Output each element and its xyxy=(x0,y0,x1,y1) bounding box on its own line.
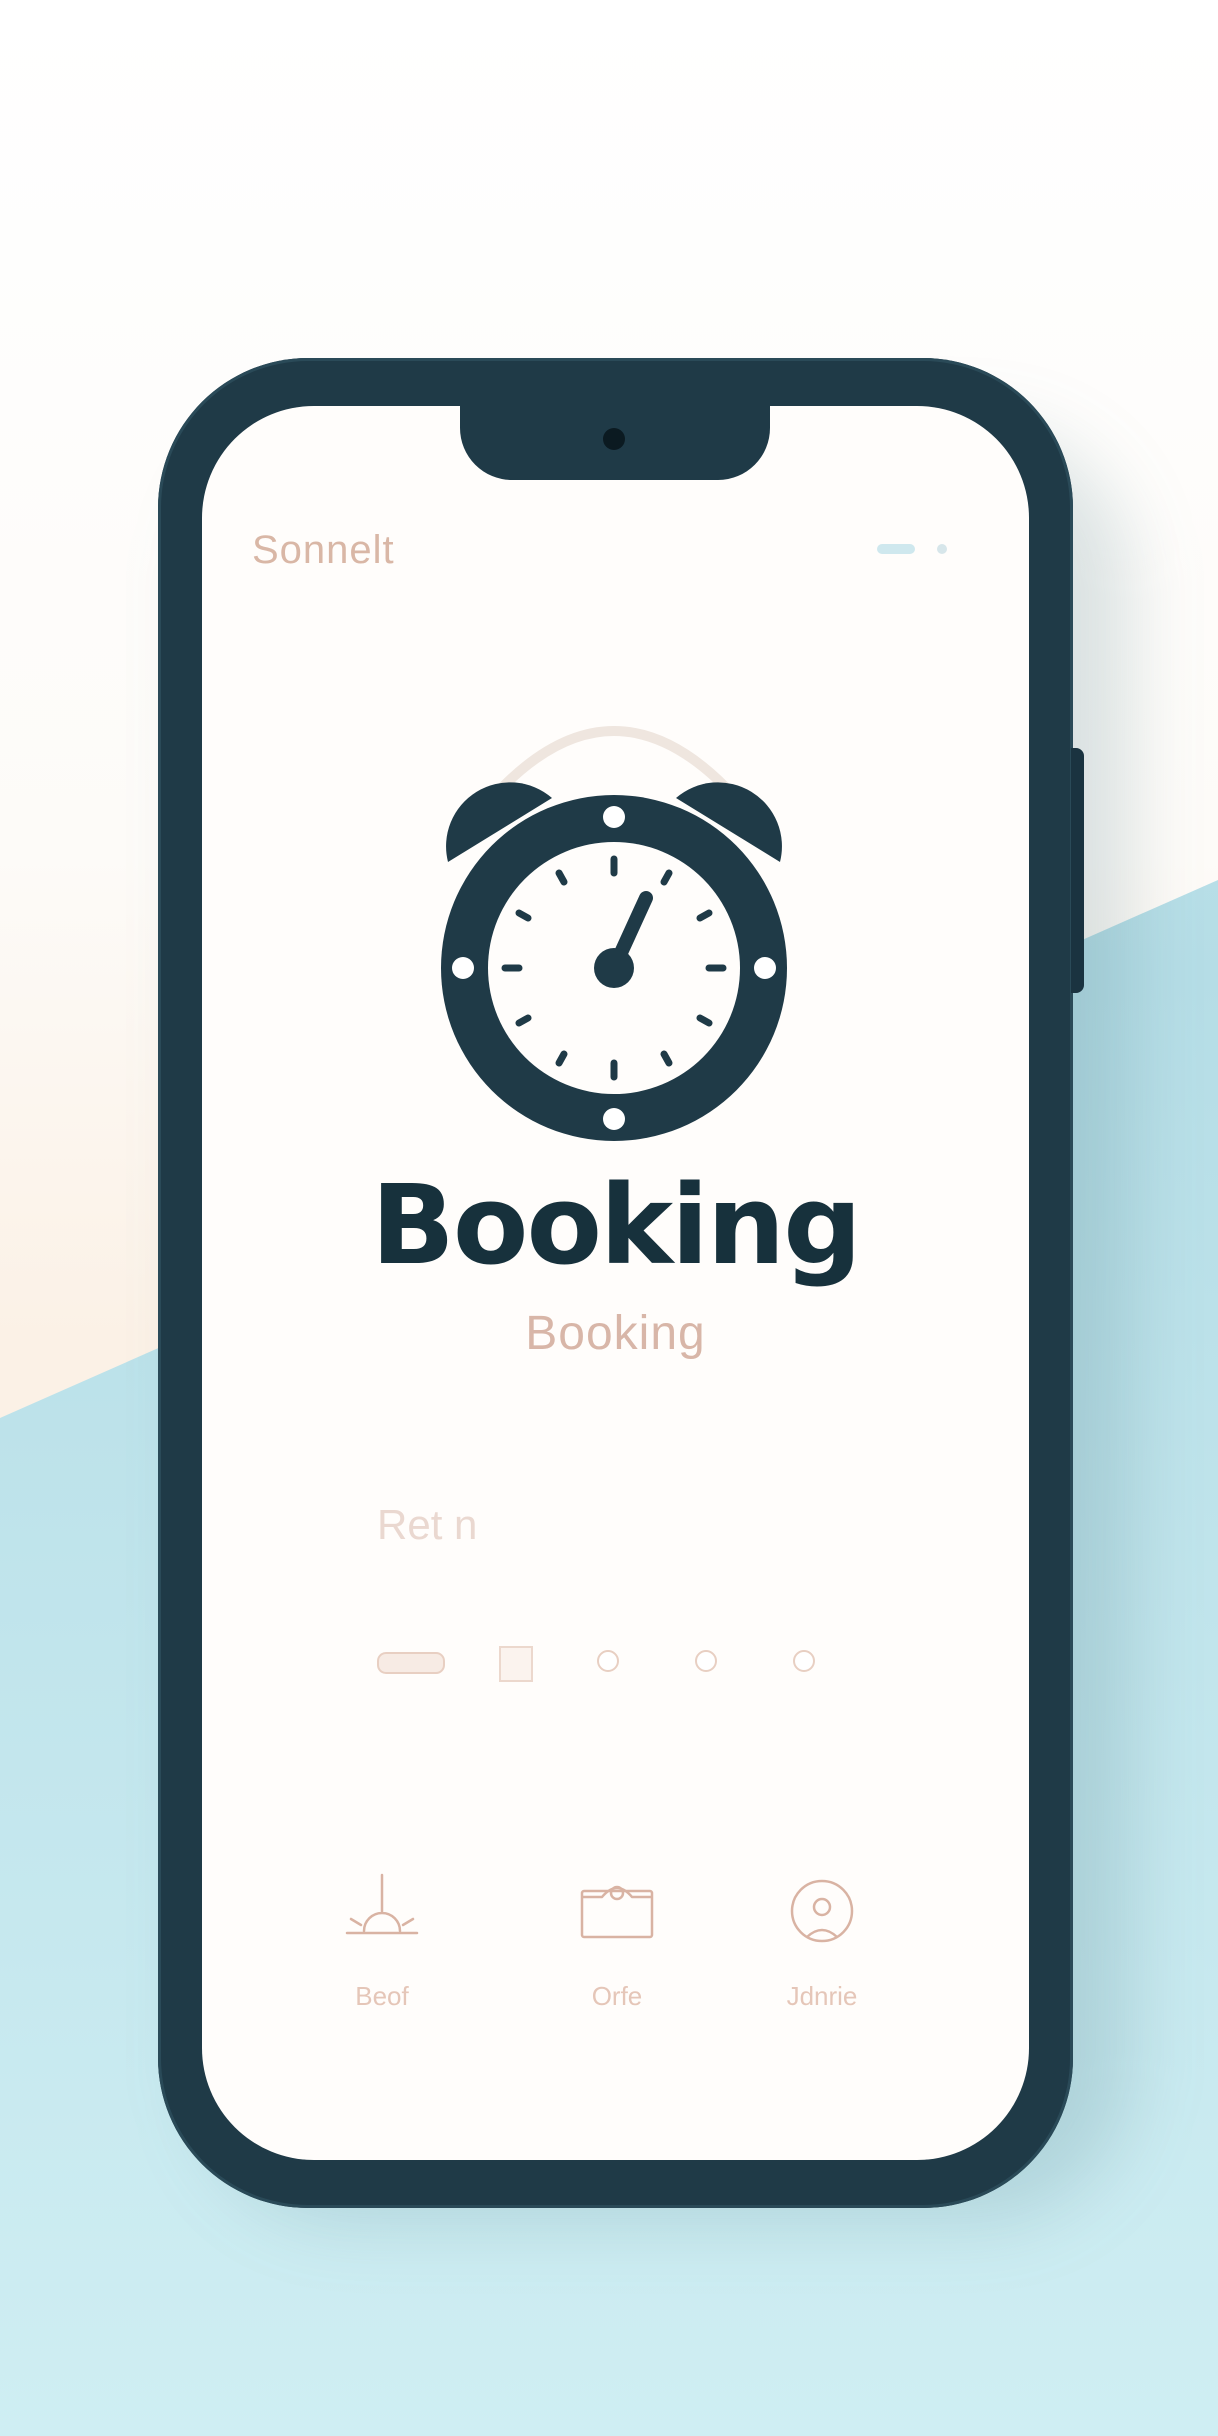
indicator-dot[interactable] xyxy=(695,1650,717,1672)
indicator-dot[interactable] xyxy=(597,1650,619,1672)
indicator-pill[interactable] xyxy=(377,1652,445,1674)
battery-icon xyxy=(937,544,947,554)
indicator-square[interactable] xyxy=(499,1646,533,1682)
signal-icon xyxy=(877,544,915,554)
tab-orfe[interactable]: Orfe xyxy=(527,1871,707,2012)
alarm-clock-icon xyxy=(424,676,804,1146)
inbox-icon xyxy=(580,1885,654,1939)
tab-label: Beof xyxy=(355,1981,409,2011)
tab-bar: Beof Orfe Jdnrie xyxy=(202,1871,1029,2041)
section-label: Ret n xyxy=(377,1501,478,1548)
status-icons xyxy=(877,544,947,554)
tab-label: Orfe xyxy=(591,1981,643,2011)
page-subtitle: Booking xyxy=(525,1307,706,1360)
page-title: Booking xyxy=(371,1161,862,1289)
side-button xyxy=(1071,748,1084,993)
profile-icon xyxy=(790,1879,854,1943)
notch xyxy=(460,406,770,480)
tab-jdnrie[interactable]: Jdnrie xyxy=(732,1871,912,2012)
phone-device: Sonnelt Booking Booking Ret n Beof Orfe … xyxy=(158,358,1073,2208)
status-app-name: Sonnelt xyxy=(252,528,395,572)
camera-icon xyxy=(603,428,625,450)
tab-beof[interactable]: Beof xyxy=(292,1871,472,2012)
tab-label: Jdnrie xyxy=(786,1981,858,2011)
indicator-dot[interactable] xyxy=(793,1650,815,1672)
sunrise-icon xyxy=(345,1873,419,1935)
phone-screen: Sonnelt Booking Booking Ret n Beof Orfe … xyxy=(202,406,1029,2160)
page-indicators xyxy=(377,1644,857,1684)
